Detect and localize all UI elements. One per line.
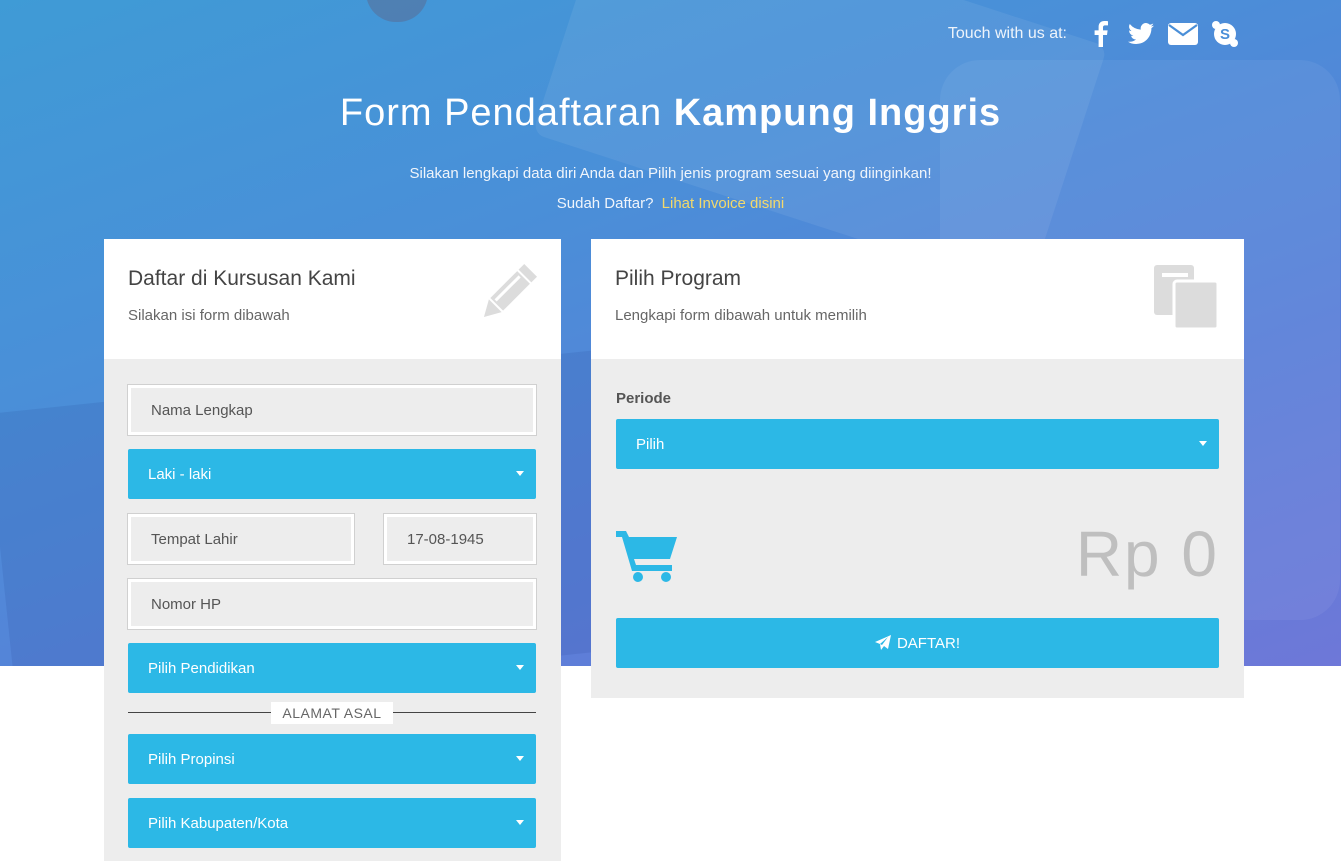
touch-label: Touch with us at:	[947, 25, 1067, 42]
nomor-hp-input[interactable]: Nomor HP	[127, 578, 537, 630]
title-bold: Kampung Inggris	[673, 92, 1002, 134]
tempat-lahir-input[interactable]: Tempat Lahir	[127, 513, 355, 565]
pendidikan-select-value: Pilih Pendidikan	[148, 659, 255, 677]
chevron-down-icon	[1199, 441, 1207, 446]
register-panel-title: Daftar di Kursusan Kami	[128, 267, 356, 290]
shopping-cart-icon	[616, 527, 680, 588]
program-panel-title: Pilih Program	[615, 267, 742, 290]
chevron-down-icon	[516, 756, 524, 761]
daftar-button-label: DAFTAR!	[896, 634, 961, 652]
svg-text:S: S	[1220, 26, 1230, 43]
social-bar: Touch with us at: S	[948, 18, 1241, 50]
already-registered: Sudah Daftar? Lihat Invoice disini	[0, 195, 1341, 212]
daftar-button[interactable]: DAFTAR!	[616, 618, 1219, 668]
facebook-icon[interactable]	[1085, 18, 1117, 50]
paper-plane-icon	[874, 635, 891, 651]
already-text: Sudah Daftar?	[556, 195, 654, 212]
skype-icon[interactable]: S	[1209, 18, 1241, 50]
program-panel-subtitle: Lengkapi form dibawah untuk memilih	[615, 307, 867, 324]
tanggal-lahir-input[interactable]: 17-08-1945	[383, 513, 537, 565]
register-panel-header: Daftar di Kursusan Kami Silakan isi form…	[104, 239, 561, 359]
nama-lengkap-input[interactable]: Nama Lengkap	[127, 384, 537, 436]
chevron-down-icon	[516, 665, 524, 670]
kabupaten-select[interactable]: Pilih Kabupaten/Kota	[128, 798, 536, 848]
periode-select-value: Pilih	[636, 435, 665, 453]
register-panel-subtitle: Silakan isi form dibawah	[128, 307, 290, 324]
page-subtitle: Silakan lengkapi data diri Anda dan Pili…	[409, 165, 932, 182]
copy-icon	[1152, 263, 1220, 336]
program-panel-header: Pilih Program Lengkapi form dibawah untu…	[591, 239, 1244, 359]
total-price: Rp 0	[1075, 518, 1219, 590]
background-decoration	[366, 0, 428, 22]
propinsi-select-value: Pilih Propinsi	[148, 750, 235, 768]
register-panel: Daftar di Kursusan Kami Silakan isi form…	[104, 239, 561, 861]
propinsi-select[interactable]: Pilih Propinsi	[128, 734, 536, 784]
twitter-icon[interactable]	[1125, 18, 1157, 50]
chevron-down-icon	[516, 820, 524, 825]
kabupaten-select-value: Pilih Kabupaten/Kota	[148, 814, 289, 832]
chevron-down-icon	[516, 471, 524, 476]
alamat-section-label: ALAMAT ASAL	[271, 702, 393, 724]
gender-select[interactable]: Laki - laki	[128, 449, 536, 499]
title-light: Form Pendaftaran	[339, 92, 663, 134]
envelope-icon[interactable]	[1165, 18, 1201, 50]
pendidikan-select[interactable]: Pilih Pendidikan	[128, 643, 536, 693]
page-title: Form Pendaftaran Kampung Inggris	[0, 92, 1341, 135]
program-panel: Pilih Program Lengkapi form dibawah untu…	[591, 239, 1244, 698]
periode-select[interactable]: Pilih	[616, 419, 1219, 469]
periode-label: Periode	[616, 390, 672, 407]
gender-select-value: Laki - laki	[148, 465, 212, 483]
invoice-link[interactable]: Lihat Invoice disini	[662, 195, 785, 212]
pencil-icon	[479, 263, 537, 328]
